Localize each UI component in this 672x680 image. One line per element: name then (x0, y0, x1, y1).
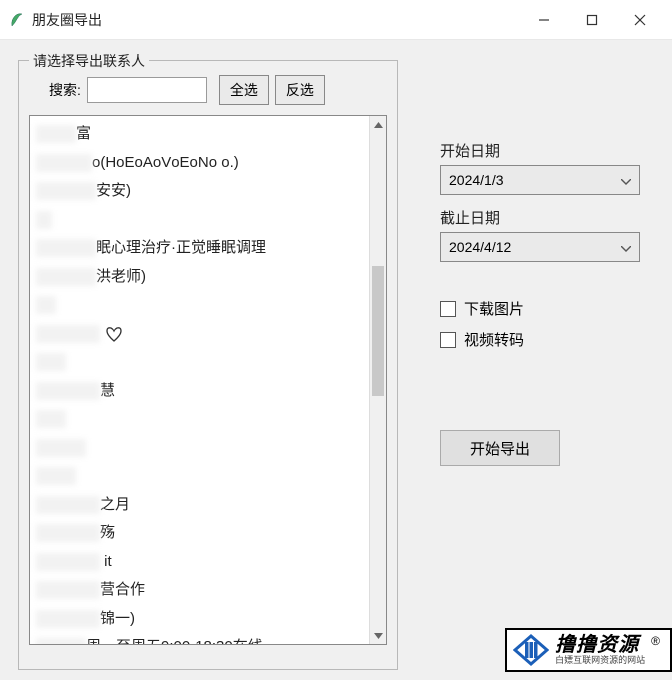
list-item: xxxo(HᴏEᴏAᴏVᴏEᴏNᴏ ᴏ.) (36, 149, 380, 178)
start-date-label: 开始日期 (440, 140, 654, 161)
checkbox-icon (440, 301, 456, 317)
scrollbar[interactable] (369, 116, 386, 644)
groupbox-legend: 请选择导出联系人 (29, 51, 149, 71)
watermark-subtitle: 白嫖互联网资源的网站 (555, 656, 645, 666)
scroll-thumb[interactable] (372, 266, 384, 396)
list-item: xxx it (36, 548, 380, 577)
scroll-up-icon[interactable] (370, 116, 387, 133)
minimize-button[interactable] (520, 0, 568, 40)
checkbox-icon (440, 332, 456, 348)
search-input[interactable] (87, 77, 207, 103)
list-item: xxx之月 (36, 491, 380, 520)
chevron-down-icon (621, 172, 631, 188)
checkbox-label: 视频转码 (464, 329, 524, 350)
list-item: xxx眠心理治疗·正觉睡眠调理 (36, 234, 380, 263)
end-date-value: 2024/4/12 (449, 239, 511, 255)
invert-select-button[interactable]: 反选 (275, 75, 325, 105)
contacts-listbox[interactable]: xx富 xxxo(HᴏEᴏAᴏVᴏEᴏNᴏ ᴏ.) xxx安安) x xxx眠心… (29, 115, 387, 645)
maximize-button[interactable] (568, 0, 616, 40)
watermark-title: 撸撸资源 (555, 634, 645, 656)
video-transcode-checkbox[interactable]: 视频转码 (440, 329, 654, 350)
list-item: xxx (36, 320, 380, 349)
list-item: xx (36, 434, 380, 463)
list-item: xxx洪老师) (36, 263, 380, 292)
list-item: xxx安安) (36, 177, 380, 206)
contacts-groupbox: 请选择导出联系人 搜索: 全选 反选 xx富 xxxo(HᴏEᴏAᴏVᴏEᴏNᴏ… (18, 60, 398, 670)
list-item: x (36, 348, 380, 377)
list-item: xxx慧 (36, 377, 380, 406)
titlebar: 朋友圈导出 (0, 0, 672, 40)
end-date-select[interactable]: 2024/4/12 (440, 232, 640, 262)
close-button[interactable] (616, 0, 664, 40)
list-item: xx (36, 462, 380, 491)
chevron-down-icon (621, 239, 631, 255)
scroll-down-icon[interactable] (370, 627, 387, 644)
window-controls (520, 0, 664, 39)
list-item: x (36, 291, 380, 320)
start-date-select[interactable]: 2024/1/3 (440, 165, 640, 195)
list-item: x (36, 405, 380, 434)
checkbox-label: 下载图片 (464, 298, 524, 319)
select-all-button[interactable]: 全选 (219, 75, 269, 105)
app-icon (8, 11, 26, 29)
list-item: xxx营合作 (36, 576, 380, 605)
list-item: xxx锦一) (36, 605, 380, 634)
list-item: xxx殇 (36, 519, 380, 548)
search-label: 搜索: (49, 80, 81, 100)
list-item: xx富 (36, 120, 380, 149)
watermark-logo: 撸撸资源 白嫖互联网资源的网站 ® (505, 628, 672, 672)
window-title: 朋友圈导出 (32, 10, 520, 30)
list-item: x (36, 206, 380, 235)
end-date-label: 截止日期 (440, 207, 654, 228)
start-export-button[interactable]: 开始导出 (440, 430, 560, 466)
download-images-checkbox[interactable]: 下载图片 (440, 298, 654, 319)
registered-icon: ® (651, 634, 660, 648)
list-item: xx周一至周五9:00-18:30在线 (36, 633, 380, 645)
start-date-value: 2024/1/3 (449, 172, 504, 188)
